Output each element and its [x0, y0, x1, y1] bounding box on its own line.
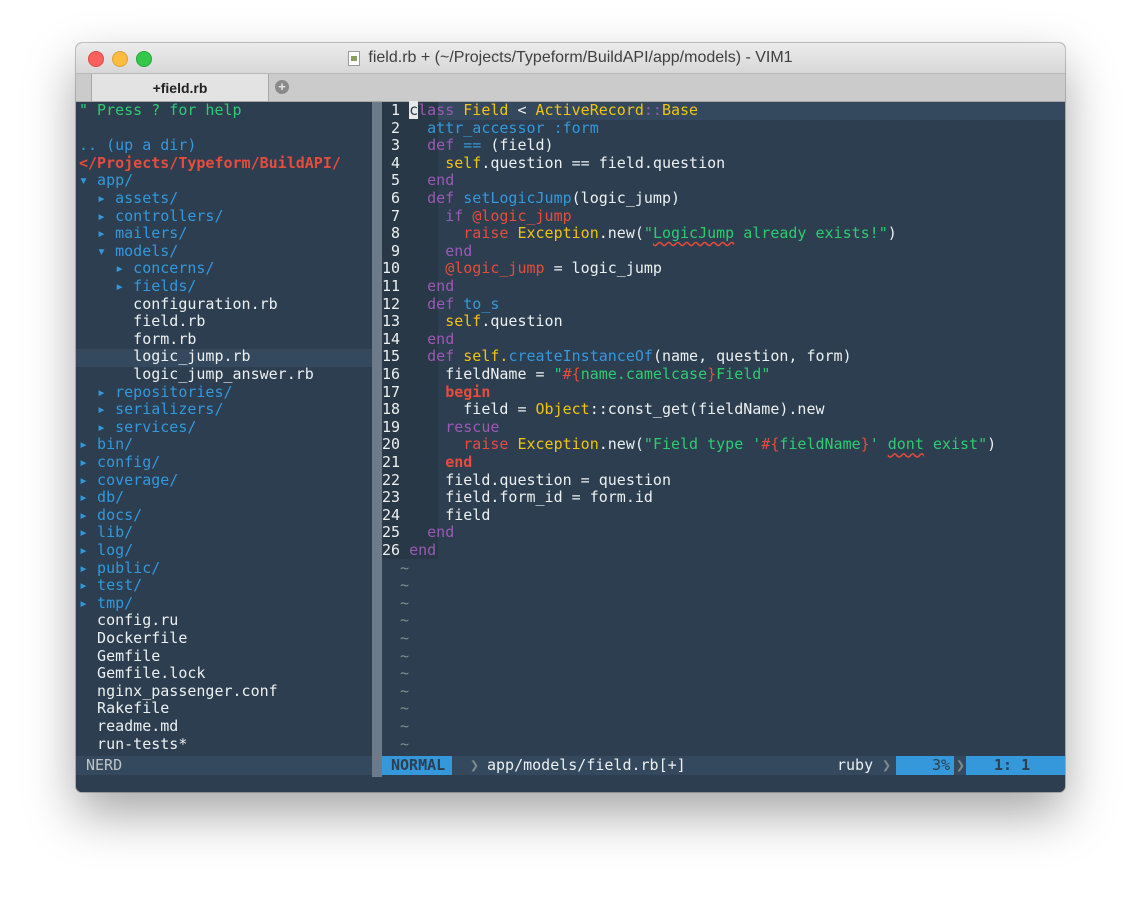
tree-up-dir[interactable]: .. (up a dir): [79, 137, 196, 155]
separator-icon: ❯: [882, 756, 892, 774]
tree-dir-serializers[interactable]: ▸ serializers/: [79, 401, 223, 419]
code-line: 12 def to_s: [382, 294, 500, 313]
editor-area[interactable]: " Press ? for help .. (up a dir) </Proje…: [76, 101, 1065, 777]
mode-indicator: NORMAL: [382, 756, 453, 775]
code-line: 20 raise Exception.new("Field type '#{fi…: [382, 435, 997, 454]
code-line: 10 @logic_jump = logic_jump: [382, 259, 662, 278]
code-line: 22 field.question = question: [382, 470, 671, 489]
tree-file-gemfile[interactable]: Gemfile: [79, 647, 160, 666]
separator-icon: ❯: [470, 756, 480, 774]
tree-file-logic-jump[interactable]: logic_jump.rb: [79, 348, 250, 366]
tree-file-config-ru[interactable]: config.ru: [79, 612, 178, 630]
vertical-split-bar[interactable]: [372, 102, 382, 777]
tree-dir-app[interactable]: ▾ app/: [79, 172, 133, 190]
tree-file-run-tests[interactable]: run-tests*: [79, 735, 187, 754]
code-line: 4 self.question == field.question: [382, 153, 726, 172]
tree-dir-concerns[interactable]: ▸ concerns/: [79, 260, 214, 278]
code-line: 5 end: [382, 171, 455, 190]
vim-window: field.rb + (~/Projects/Typeform/BuildAPI…: [76, 43, 1065, 792]
code-line: 9 end: [382, 241, 473, 260]
empty-line-tilde: ~: [400, 611, 410, 630]
code-line: 14 end: [382, 329, 455, 348]
command-line[interactable]: [76, 777, 1065, 792]
separator-icon: ❯: [956, 756, 966, 774]
tree-dir-docs[interactable]: ▸ docs/: [79, 506, 142, 525]
window-title: field.rb + (~/Projects/Typeform/BuildAPI…: [368, 49, 793, 66]
status-filename: app/models/field.rb[+]: [487, 756, 686, 774]
empty-line-tilde: ~: [400, 576, 410, 595]
code-line: 13 self.question: [382, 312, 563, 331]
code-line: 23 field.form_id = form.id: [382, 488, 653, 507]
code-line: 16 fieldName = "#{name.camelcase}Field": [382, 365, 771, 383]
tree-dir-public[interactable]: ▸ public/: [79, 559, 160, 578]
empty-line-tilde: ~: [400, 558, 410, 577]
tree-dir-config[interactable]: ▸ config/: [79, 453, 160, 472]
tree-dir-services[interactable]: ▸ services/: [79, 418, 196, 437]
airline-statusline: NORMAL ❯ app/models/field.rb[+] ruby ❯ 3…: [382, 756, 1065, 775]
empty-line-tilde: ~: [400, 646, 410, 665]
code-line: 7 if @logic_jump: [382, 206, 572, 225]
code-line: 15 def self.createInstanceOf(name, quest…: [382, 347, 852, 366]
status-filetype: ruby: [837, 756, 874, 774]
status-position: 1: 1: [966, 756, 1065, 775]
nerdtree-pane[interactable]: " Press ? for help .. (up a dir) </Proje…: [76, 101, 372, 756]
tree-file-logic-jump-answer[interactable]: logic_jump_answer.rb: [79, 365, 314, 384]
code-line: 1 class Field < ActiveRecord::Base: [382, 101, 699, 119]
code-line: 18 field = Object::const_get(fieldName).…: [382, 400, 825, 419]
add-tab-icon[interactable]: +: [275, 80, 289, 94]
tree-file-dockerfile[interactable]: Dockerfile: [79, 629, 187, 648]
tab-bar: +field.rb +: [76, 74, 1065, 102]
code-line: 24 field: [382, 505, 491, 524]
tree-root[interactable]: </Projects/Typeform/BuildAPI/: [79, 154, 341, 173]
empty-line-tilde: ~: [400, 717, 410, 735]
code-line: 2 attr_accessor :form: [382, 118, 599, 137]
tree-dir-bin[interactable]: ▸ bin/: [79, 436, 133, 454]
code-line: 19 rescue: [382, 417, 500, 436]
empty-line-tilde: ~: [400, 734, 410, 753]
nerd-label: NERD: [86, 756, 123, 774]
tree-dir-fields[interactable]: ▸ fields/: [79, 277, 196, 296]
code-line: 21 end: [382, 453, 473, 471]
tree-dir-lib[interactable]: ▸ lib/: [79, 524, 133, 542]
tree-dir-coverage[interactable]: ▸ coverage/: [79, 471, 178, 490]
status-percent: 3%: [896, 756, 954, 775]
empty-line-tilde: ~: [400, 699, 410, 718]
tree-dir-db[interactable]: ▸ db/: [79, 489, 124, 507]
tree-dir-test[interactable]: ▸ test/: [79, 577, 142, 595]
empty-line-tilde: ~: [400, 629, 410, 647]
tree-file-configuration[interactable]: configuration.rb: [79, 295, 278, 314]
code-line: 17 begin: [382, 382, 491, 401]
tree-file-form[interactable]: form.rb: [79, 330, 196, 349]
tree-file-field[interactable]: field.rb: [79, 313, 205, 331]
tree-file-rakefile[interactable]: Rakefile: [79, 700, 169, 718]
code-line: 3 def == (field): [382, 136, 554, 155]
tree-dir-mailers[interactable]: ▸ mailers/: [79, 225, 187, 243]
text-cursor: c: [409, 101, 419, 119]
empty-line-tilde: ~: [400, 681, 410, 700]
tree-dir-assets[interactable]: ▸ assets/: [79, 189, 178, 208]
document-icon: [348, 50, 361, 66]
nerdtree-statusline: NERD: [76, 756, 372, 775]
empty-line-tilde: ~: [400, 664, 410, 683]
tree-dir-models[interactable]: ▾ models/: [79, 242, 178, 261]
tree-dir-controllers[interactable]: ▸ controllers/: [79, 207, 223, 226]
tree-file-readme[interactable]: readme.md: [79, 717, 178, 736]
code-line: 8 raise Exception.new("LogicJump already…: [382, 224, 897, 243]
tab-field-rb[interactable]: +field.rb: [91, 74, 269, 101]
empty-line-tilde: ~: [400, 593, 410, 612]
code-line: 6 def setLogicJump(logic_jump): [382, 189, 681, 207]
tree-dir-repositories[interactable]: ▸ repositories/: [79, 383, 232, 402]
tree-dir-tmp[interactable]: ▸ tmp/: [79, 594, 133, 613]
title-bar: field.rb + (~/Projects/Typeform/BuildAPI…: [76, 43, 1065, 74]
window-title-wrap: field.rb + (~/Projects/Typeform/BuildAPI…: [76, 43, 1065, 73]
code-line: 25 end: [382, 523, 455, 542]
tree-dir-log[interactable]: ▸ log/: [79, 541, 133, 560]
code-line: 26 end: [382, 541, 437, 559]
tree-file-nginx-conf[interactable]: nginx_passenger.conf: [79, 682, 278, 701]
tree-file-gemfile-lock[interactable]: Gemfile.lock: [79, 665, 205, 683]
tree-help: " Press ? for help: [79, 101, 242, 119]
code-line: 11 end: [382, 277, 455, 295]
